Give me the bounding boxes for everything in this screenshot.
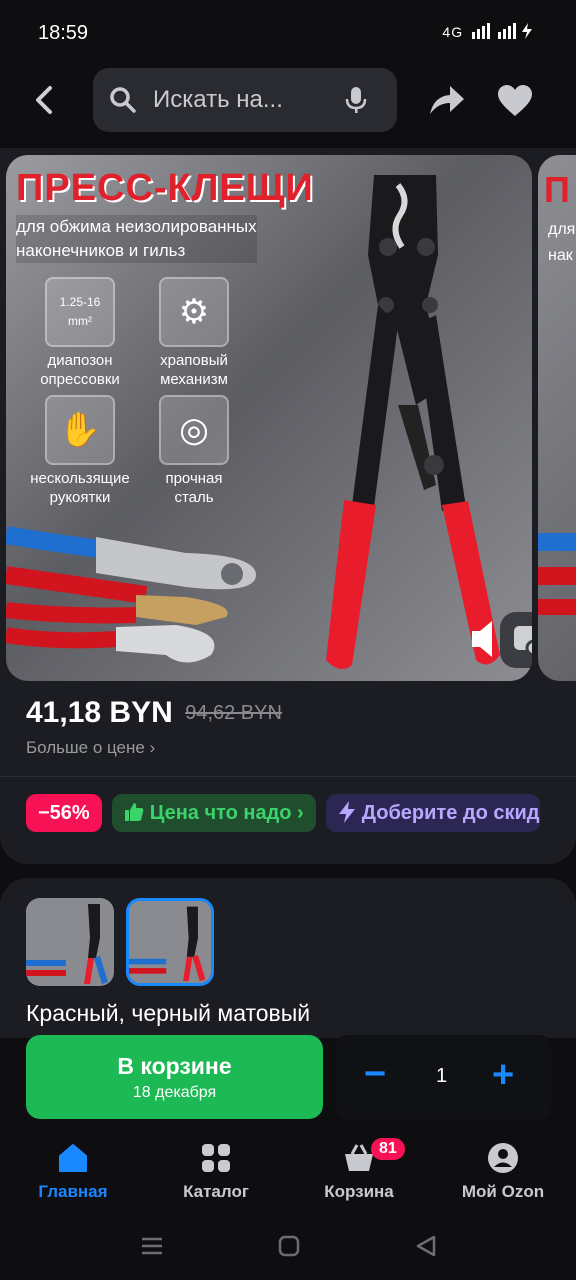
tab-catalog[interactable]: Каталог xyxy=(156,1132,276,1202)
tab-home[interactable]: Главная xyxy=(13,1132,133,1202)
thumbs-up-icon xyxy=(125,803,144,821)
price-details-link[interactable]: Больше о цене › xyxy=(26,738,155,758)
lightning-icon xyxy=(339,801,356,823)
variant-thumbnail-image xyxy=(26,898,114,986)
discount-badge: −56% xyxy=(26,794,102,832)
signal-indicator: 4G xyxy=(442,22,538,40)
microphone-icon[interactable] xyxy=(345,86,367,114)
increase-button[interactable]: + xyxy=(492,1056,514,1094)
old-price: 94,62 BYN xyxy=(185,702,282,724)
catalog-icon xyxy=(202,1144,230,1172)
tab-profile[interactable]: Мой Ozon xyxy=(443,1132,563,1202)
home-icon xyxy=(59,1144,87,1172)
network-type: 4G xyxy=(442,24,464,40)
next-image-title: П xyxy=(544,169,570,210)
promo-badge-label: Доберите до скид xyxy=(361,802,540,824)
next-image-subtitle-line: для xyxy=(548,221,576,238)
back-nav-icon[interactable] xyxy=(412,1232,440,1260)
badges-row: −56% Цена что надо › Доберите до скид xyxy=(26,794,546,834)
in-cart-button[interactable]: В корзине 18 декабря xyxy=(26,1035,323,1119)
search-placeholder[interactable]: Искать на... xyxy=(153,86,283,114)
divider xyxy=(0,776,576,777)
in-cart-label: В корзине xyxy=(117,1053,232,1079)
back-button[interactable] xyxy=(28,82,64,118)
next-image-cables xyxy=(538,533,576,615)
deal-badge[interactable]: Цена что надо › xyxy=(112,794,316,832)
variant-thumbnail-red[interactable] xyxy=(126,898,214,986)
tab-label: Каталог xyxy=(183,1182,249,1201)
top-bar: Искать на... xyxy=(0,68,576,132)
price-block: 41,18 BYN 94,62 BYN xyxy=(26,696,282,730)
tab-cart[interactable]: 81 Корзина xyxy=(299,1132,419,1202)
image-search-icon xyxy=(514,626,532,657)
next-product-image[interactable]: П для нак xyxy=(538,155,576,681)
crimping-tool-illustration xyxy=(6,175,500,669)
sound-icon[interactable] xyxy=(468,617,498,661)
bottom-tab-bar: Главная Каталог 81 Корзина Мой Ozon xyxy=(0,1132,576,1212)
variant-thumbnail-blue[interactable] xyxy=(26,898,114,986)
product-image[interactable]: ПРЕСС-КЛЕЩИ для обжима неизолированных н… xyxy=(6,155,532,681)
deal-badge-label: Цена что надо › xyxy=(149,802,304,824)
system-nav-bar xyxy=(0,1212,576,1280)
heart-icon[interactable] xyxy=(497,84,533,118)
decrease-button[interactable]: − xyxy=(364,1055,392,1093)
search-icon xyxy=(110,87,136,113)
tab-label: Главная xyxy=(38,1182,108,1201)
search-bar[interactable]: Искать на... xyxy=(93,68,397,132)
next-image-subtitle-line: нак xyxy=(548,247,573,264)
status-bar: 18:59 4G xyxy=(0,0,576,64)
chevron-left-icon xyxy=(36,86,52,114)
current-price: 41,18 BYN xyxy=(26,696,173,729)
quantity-value: 1 xyxy=(436,1065,448,1087)
cart-count-badge: 81 xyxy=(371,1138,405,1160)
next-image-subtitle: для нак xyxy=(548,217,575,269)
share-icon[interactable] xyxy=(426,82,466,118)
recent-apps-icon[interactable] xyxy=(138,1232,166,1260)
variant-thumbnail-image xyxy=(129,901,211,983)
delivery-date: 18 декабря xyxy=(132,1084,217,1101)
image-search-button[interactable] xyxy=(500,612,532,668)
quantity-stepper: − 1 + xyxy=(336,1035,551,1119)
variant-name: Красный, черный матовый xyxy=(26,1000,311,1026)
signal-icon xyxy=(472,23,532,39)
home-nav-icon[interactable] xyxy=(275,1232,303,1260)
profile-icon xyxy=(488,1143,518,1173)
promo-badge[interactable]: Доберите до скид xyxy=(326,794,540,832)
status-time: 18:59 xyxy=(38,22,89,44)
tab-label: Корзина xyxy=(324,1182,394,1201)
tab-label: Мой Ozon xyxy=(461,1182,545,1201)
